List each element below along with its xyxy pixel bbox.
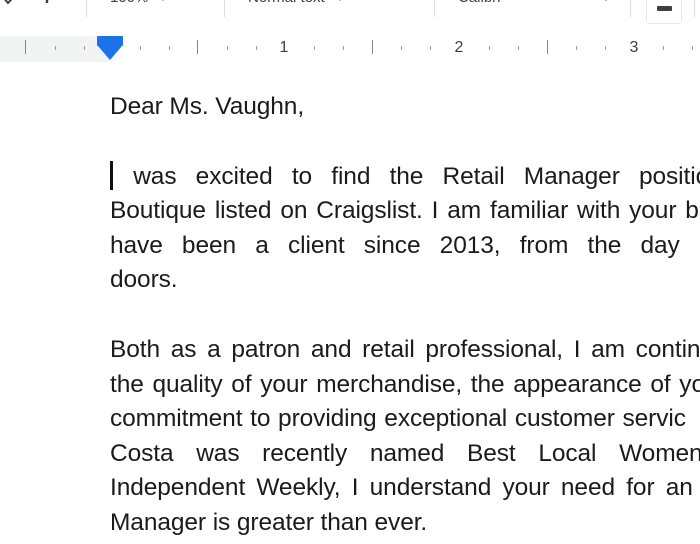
- text-line: Boutique listed on Craigslist. I am fami…: [110, 197, 699, 225]
- document-page[interactable]: Dear Ms. Vaughn, was excited to find the…: [0, 68, 700, 544]
- font-family-dropdown[interactable]: Calibri: [458, 0, 501, 12]
- format-paint-icon: [42, 0, 68, 10]
- text-line: Costa was recently named Best Local Wome…: [110, 439, 700, 467]
- ruler-tick-minor: [84, 46, 85, 50]
- ruler-tick-minor: [343, 46, 344, 50]
- horizontal-ruler[interactable]: 1 2 3: [0, 30, 700, 69]
- paragraph-salutation[interactable]: Dear Ms. Vaughn,: [110, 90, 700, 125]
- ruler-tick-minor: [169, 46, 170, 50]
- paragraph-style-dropdown[interactable]: Normal text: [248, 0, 346, 12]
- ruler-tick-minor: [401, 46, 402, 50]
- ruler-tick-minor: [256, 46, 257, 50]
- left-indent-triangle-icon[interactable]: [98, 46, 122, 60]
- spellcheck-checkmark-icon: [0, 0, 26, 10]
- toolbar-divider: [434, 0, 435, 17]
- ruler-tick-major: [547, 40, 548, 54]
- ruler-tick-minor: [576, 46, 577, 50]
- formatting-toolbar: 100% Normal text Calibri: [0, 0, 700, 30]
- ruler-tick-minor: [692, 46, 693, 50]
- font-family-value: Calibri: [458, 0, 501, 6]
- text-line: Dear Ms. Vaughn,: [110, 93, 305, 120]
- ruler-tick-minor: [430, 46, 431, 50]
- chevron-down-icon: [600, 0, 612, 1]
- spellcheck-button[interactable]: [0, 0, 26, 12]
- zoom-level-value: 100%: [110, 0, 148, 6]
- text-line: commitment to providing exceptional cust…: [110, 405, 686, 433]
- decrease-font-size-button[interactable]: [646, 0, 682, 24]
- format-paint-button[interactable]: [42, 0, 68, 12]
- ruler-number-3: 3: [629, 39, 639, 56]
- chevron-down-icon: [157, 0, 170, 1]
- text-line: was excited to find the Retail Manager p…: [110, 160, 700, 195]
- chevron-down-icon: [333, 0, 346, 1]
- ruler-number-2: 2: [454, 39, 464, 56]
- text-line: Independent Weekly, I understand your ne…: [110, 474, 700, 502]
- ruler-tick-minor: [489, 46, 490, 50]
- text-line: Both as a patron and retail professional…: [110, 335, 700, 363]
- zoom-level-dropdown[interactable]: 100%: [110, 0, 170, 12]
- toolbar-divider: [86, 0, 87, 17]
- document-text-area[interactable]: Dear Ms. Vaughn, was excited to find the…: [110, 90, 700, 544]
- text-insertion-caret: [110, 160, 113, 190]
- ruler-tick-minor: [227, 46, 228, 50]
- ruler-tick-minor: [605, 46, 606, 50]
- paragraph-1[interactable]: was excited to find the Retail Manager p…: [110, 160, 700, 298]
- first-line-indent-handle[interactable]: [97, 36, 123, 46]
- minus-icon: [656, 5, 672, 11]
- ruler-tick-minor: [663, 46, 664, 50]
- text-line: doors.: [110, 266, 178, 294]
- toolbar-divider: [694, 0, 695, 17]
- ruler-track-content: [110, 36, 700, 62]
- ruler-number-1: 1: [279, 39, 289, 56]
- ruler-tick-major: [197, 40, 198, 54]
- ruler-tick-minor: [314, 46, 315, 50]
- ruler-tick-minor: [140, 46, 141, 50]
- toolbar-divider: [630, 0, 631, 17]
- text-line: Manager is greater than ever.: [110, 508, 428, 536]
- ruler-tick-minor: [55, 46, 56, 50]
- ruler-tick-minor: [518, 46, 519, 50]
- ruler-tick-major: [372, 40, 373, 54]
- toolbar-divider: [224, 0, 225, 17]
- text-line: have been a client since 2013, from the …: [110, 231, 700, 259]
- ruler-tick-major: [25, 40, 26, 54]
- font-family-dropdown-caret[interactable]: [600, 0, 612, 12]
- text-line-content: was excited to find the Retail Manager p…: [114, 162, 700, 190]
- paragraph-style-value: Normal text: [248, 0, 325, 6]
- text-line: the quality of your merchandise, the app…: [110, 370, 700, 398]
- paragraph-2[interactable]: Both as a patron and retail professional…: [110, 333, 700, 541]
